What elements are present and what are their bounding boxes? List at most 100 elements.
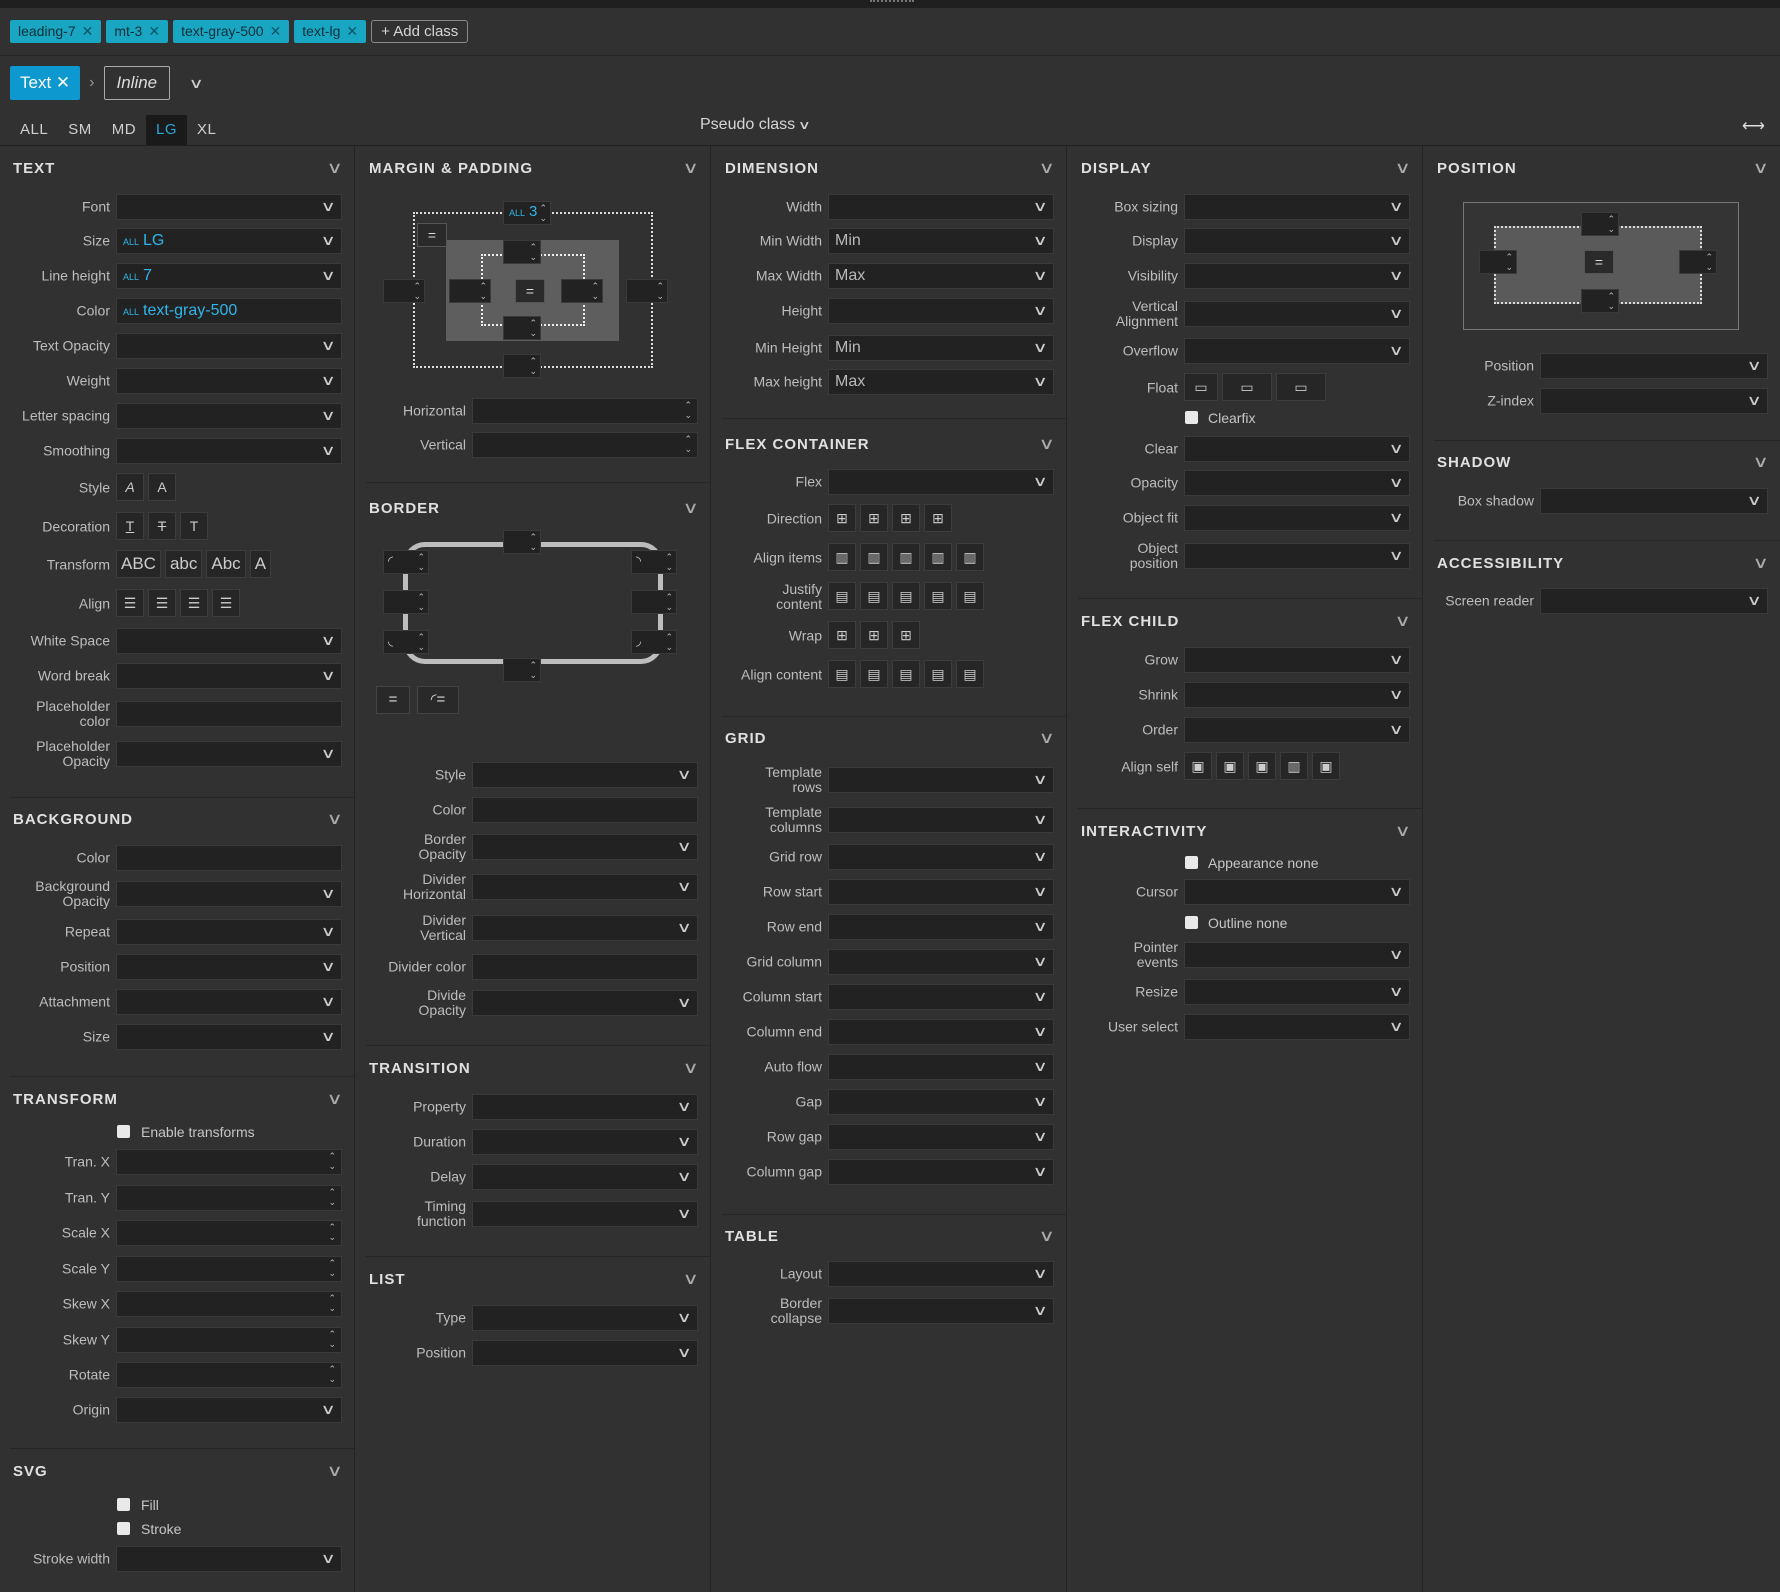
stepper-icon[interactable]: ⌃ ⌄: [529, 318, 537, 338]
stepper-icon[interactable]: ⌃ ⌄: [328, 1151, 336, 1171]
scale-y-input[interactable]: ⌃ ⌄: [116, 1256, 342, 1282]
section-header-dimension[interactable]: DIMENSION ∨: [725, 160, 1055, 177]
margin-left-input[interactable]: ⌃ ⌄: [383, 279, 425, 303]
skew-x-input[interactable]: ⌃ ⌄: [116, 1291, 342, 1317]
link-paddings-icon[interactable]: =: [515, 279, 545, 303]
direction-column-reverse-icon[interactable]: ⊞: [924, 504, 952, 532]
nowrap-icon[interactable]: ⊞: [860, 621, 888, 649]
stepper-icon[interactable]: ⌃ ⌄: [665, 592, 673, 612]
stepper-icon[interactable]: ⌃ ⌄: [539, 203, 547, 223]
margin-bottom-input[interactable]: ⌃ ⌄: [503, 354, 541, 378]
class-chip-text-gray[interactable]: text-gray-500 ✕: [173, 20, 290, 43]
radius-bottom-right-input[interactable]: ◞ ⌃ ⌄: [631, 630, 677, 654]
min-height-select[interactable]: Min ∨: [828, 335, 1054, 361]
justify-start-icon[interactable]: ▤: [828, 582, 856, 610]
float-right-icon[interactable]: ▭: [1276, 373, 1326, 401]
no-decoration-button[interactable]: T: [180, 512, 208, 540]
self-end-icon[interactable]: ▣: [1248, 752, 1276, 780]
section-header-background[interactable]: BACKGROUND ∨: [13, 811, 343, 828]
radius-top-left-input[interactable]: ◜ ⌃ ⌄: [383, 550, 429, 574]
stepper-icon[interactable]: ⌃ ⌄: [328, 1222, 336, 1242]
self-stretch-icon[interactable]: ▥: [1280, 752, 1308, 780]
grid-column-select[interactable]: ∨: [828, 949, 1054, 975]
vertical-alignment-select[interactable]: ∨: [1184, 301, 1410, 327]
align-justify-icon[interactable]: ☰: [212, 589, 240, 617]
flex-select[interactable]: ∨: [828, 469, 1054, 495]
stepper-icon[interactable]: ⌃ ⌄: [529, 356, 537, 376]
white-space-select[interactable]: ∨: [116, 628, 342, 654]
section-header-svg[interactable]: SVG ∨: [13, 1463, 343, 1480]
self-center-icon[interactable]: ▣: [1216, 752, 1244, 780]
opacity-select[interactable]: ∨: [1184, 470, 1410, 496]
margin-right-input[interactable]: ⌃ ⌄: [626, 279, 668, 303]
section-header-shadow[interactable]: SHADOW ∨: [1437, 454, 1769, 471]
stepper-icon[interactable]: ⌃ ⌄: [417, 552, 425, 572]
content-around-icon[interactable]: ▤: [956, 660, 984, 688]
section-header-border[interactable]: BORDER ∨: [369, 500, 699, 517]
z-index-select[interactable]: ∨: [1540, 388, 1768, 414]
underline-button[interactable]: T: [116, 512, 144, 540]
appearance-none-checkbox[interactable]: [1185, 856, 1198, 869]
resize-icon[interactable]: ⟷: [1742, 116, 1765, 136]
radius-top-right-input[interactable]: ◝ ⌃ ⌄: [631, 550, 677, 574]
justify-between-icon[interactable]: ▤: [924, 582, 952, 610]
smoothing-select[interactable]: ∨: [116, 438, 342, 464]
tab-all[interactable]: ALL: [10, 115, 58, 145]
align-center-icon[interactable]: ☰: [148, 589, 176, 617]
add-class-button[interactable]: + Add class: [371, 20, 469, 43]
pseudo-class-dropdown[interactable]: Pseudo class ∨: [700, 116, 811, 134]
shrink-select[interactable]: ∨: [1184, 682, 1410, 708]
divide-opacity-select[interactable]: ∨: [472, 990, 698, 1016]
display-select[interactable]: ∨: [1184, 228, 1410, 254]
stepper-icon[interactable]: ⌃ ⌄: [684, 400, 692, 420]
bg-position-select[interactable]: ∨: [116, 954, 342, 980]
padding-right-input[interactable]: ⌃ ⌄: [561, 279, 603, 303]
list-position-select[interactable]: ∨: [472, 1340, 698, 1366]
stepper-icon[interactable]: ⌃ ⌄: [665, 632, 673, 652]
wrap-reverse-icon[interactable]: ⊞: [892, 621, 920, 649]
section-header-margin-padding[interactable]: MARGIN & PADDING ∨: [369, 160, 699, 177]
section-header-grid[interactable]: GRID ∨: [725, 730, 1055, 747]
tab-md[interactable]: MD: [102, 115, 146, 145]
chevron-down-icon[interactable]: ∨: [189, 75, 204, 92]
direction-column-icon[interactable]: ⊞: [892, 504, 920, 532]
align-baseline-icon[interactable]: ▥: [956, 543, 984, 571]
stepper-icon[interactable]: ⌃ ⌄: [328, 1187, 336, 1207]
stepper-icon[interactable]: ⌃ ⌄: [1607, 291, 1615, 311]
visibility-select[interactable]: ∨: [1184, 263, 1410, 289]
border-style-select[interactable]: ∨: [472, 762, 698, 788]
section-header-table[interactable]: TABLE ∨: [725, 1228, 1055, 1245]
float-left-icon[interactable]: ▭: [1184, 373, 1218, 401]
line-height-select[interactable]: ALL 7 ∨: [116, 263, 342, 289]
enable-transforms-checkbox[interactable]: [117, 1125, 130, 1138]
link-radius-icon[interactable]: ◜=: [417, 686, 459, 714]
tran-x-input[interactable]: ⌃ ⌄: [116, 1149, 342, 1175]
stroke-width-select[interactable]: ∨: [116, 1546, 342, 1572]
link-positions-icon[interactable]: =: [1584, 250, 1614, 274]
class-chip-leading[interactable]: leading-7 ✕: [10, 20, 102, 43]
stepper-icon[interactable]: ⌃ ⌄: [1607, 214, 1615, 234]
order-select[interactable]: ∨: [1184, 717, 1410, 743]
radius-bottom-left-input[interactable]: ◟ ⌃ ⌄: [383, 630, 429, 654]
stroke-checkbox[interactable]: [117, 1522, 130, 1535]
placeholder-color-input[interactable]: [116, 701, 342, 727]
text-opacity-select[interactable]: ∨: [116, 333, 342, 359]
tran-y-input[interactable]: ⌃ ⌄: [116, 1185, 342, 1211]
skew-y-input[interactable]: ⌃ ⌄: [116, 1327, 342, 1353]
clearfix-checkbox[interactable]: [1185, 411, 1198, 424]
row-end-select[interactable]: ∨: [828, 914, 1054, 940]
stepper-icon[interactable]: ⌃ ⌄: [665, 552, 673, 572]
tab-xl[interactable]: XL: [187, 115, 226, 145]
border-collapse-select[interactable]: ∨: [828, 1298, 1054, 1324]
placeholder-opacity-select[interactable]: ∨: [116, 741, 342, 767]
content-start-icon[interactable]: ▤: [828, 660, 856, 688]
align-start-icon[interactable]: ▥: [860, 543, 888, 571]
color-input[interactable]: ALL text-gray-500: [116, 298, 342, 324]
strikethrough-button[interactable]: T: [148, 512, 176, 540]
delay-select[interactable]: ∨: [472, 1164, 698, 1190]
box-sizing-select[interactable]: ∨: [1184, 194, 1410, 220]
align-center-icon[interactable]: ▥: [892, 543, 920, 571]
align-end-icon[interactable]: ▥: [924, 543, 952, 571]
word-break-select[interactable]: ∨: [116, 663, 342, 689]
border-bottom-input[interactable]: ⌃ ⌄: [503, 658, 541, 682]
